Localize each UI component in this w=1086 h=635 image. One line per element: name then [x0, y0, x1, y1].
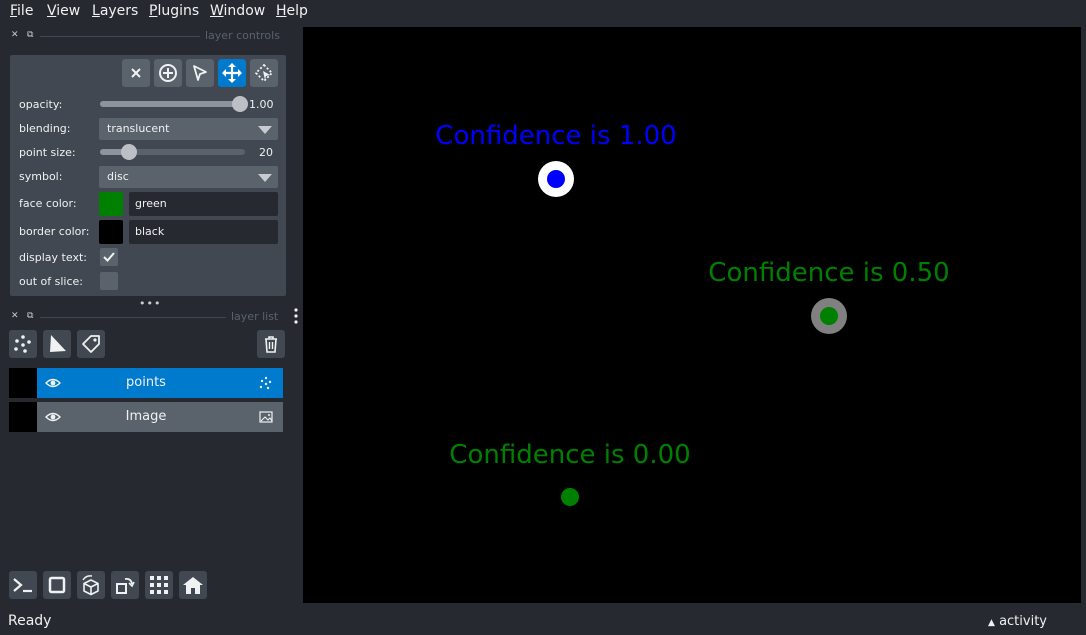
add-point-icon: [159, 64, 177, 82]
menu-bar: File View Layers Plugins Window Help: [0, 0, 1086, 24]
face-color-input[interactable]: green: [129, 192, 278, 216]
menu-plugins[interactable]: Plugins: [149, 3, 199, 19]
dock-float-icon[interactable]: ⧉: [27, 311, 33, 321]
menu-window[interactable]: Window: [210, 3, 265, 19]
toggle-grid-button[interactable]: [145, 571, 173, 599]
trash-icon: [265, 336, 277, 353]
image-layer-icon: [259, 411, 273, 423]
new-labels-layer-button[interactable]: [77, 330, 105, 358]
symbol-label: symbol:: [19, 170, 63, 183]
transform-button[interactable]: [250, 59, 278, 87]
symbol-dropdown[interactable]: disc: [99, 166, 278, 188]
select-points-button[interactable]: [186, 59, 214, 87]
blending-value: translucent: [107, 122, 170, 135]
activity-button[interactable]: ▲ activity: [988, 614, 1047, 629]
status-text: Ready: [8, 613, 52, 629]
dock-float-icon[interactable]: ⧉: [27, 30, 33, 40]
point-text-label: Confidence is 1.00: [435, 121, 676, 151]
display-text-checkbox[interactable]: [100, 248, 118, 266]
layer-item-points[interactable]: points: [9, 368, 283, 398]
point-text-label: Confidence is 0.00: [449, 440, 690, 470]
points-layer-icon: [14, 335, 31, 353]
viewer-canvas[interactable]: Confidence is 1.00 Confidence is 0.50 Co…: [303, 27, 1081, 603]
chevron-up-icon: ▲: [988, 618, 995, 628]
delete-points-button[interactable]: [122, 59, 150, 87]
points-layer-icon: [259, 376, 272, 390]
layer-list-header: ✕ ⧉ layer list: [10, 309, 290, 325]
menu-layers[interactable]: Layers: [92, 3, 138, 19]
delete-layer-button[interactable]: [257, 330, 285, 358]
transpose-dimensions-button[interactable]: [111, 571, 139, 599]
toggle-ndisplay-button[interactable]: [43, 571, 71, 599]
border-color-input[interactable]: black: [129, 220, 278, 244]
out-of-slice-label: out of slice:: [19, 275, 83, 288]
layer-controls-panel: opacity: 1.00 blending: translucent poin…: [10, 55, 286, 296]
add-points-button[interactable]: [154, 59, 182, 87]
layer-item-image[interactable]: Image: [9, 402, 283, 432]
border-color-swatch[interactable]: [99, 220, 123, 244]
transpose-icon: [116, 577, 135, 594]
terminal-icon: [13, 578, 32, 593]
symbol-value: disc: [107, 170, 129, 183]
blending-label: blending:: [19, 122, 71, 135]
console-button[interactable]: [9, 571, 37, 599]
point-marker[interactable]: [561, 488, 579, 506]
chevron-down-icon: [258, 174, 272, 182]
face-color-value: green: [135, 197, 167, 210]
opacity-slider[interactable]: [100, 101, 240, 107]
menu-view[interactable]: View: [47, 3, 80, 19]
chevron-down-icon: [258, 126, 272, 134]
label-tag-icon: [82, 335, 100, 353]
status-bar: Ready ▲ activity: [0, 606, 1086, 635]
layer-list-title: layer list: [231, 310, 279, 323]
menu-help[interactable]: Help: [276, 3, 308, 19]
home-icon: [183, 577, 203, 594]
face-color-swatch[interactable]: [99, 192, 123, 216]
activity-label: activity: [999, 614, 1047, 629]
dock-close-icon[interactable]: ✕: [11, 30, 19, 40]
layer-controls-title: layer controls: [205, 29, 280, 42]
opacity-slider-fill: [100, 101, 240, 107]
point-marker[interactable]: [547, 170, 565, 188]
grid-icon: [150, 576, 168, 594]
display-text-label: display text:: [19, 251, 87, 264]
face-color-label: face color:: [19, 197, 77, 210]
dock-close-icon[interactable]: ✕: [11, 311, 19, 321]
out-of-slice-checkbox[interactable]: [100, 272, 118, 290]
layer-name: points: [126, 375, 166, 390]
opacity-value: 1.00: [249, 98, 274, 111]
pan-zoom-button[interactable]: [218, 59, 246, 87]
cube-rotate-icon: [82, 575, 99, 596]
border-color-label: border color:: [19, 225, 90, 238]
point-text-label: Confidence is 0.50: [708, 258, 949, 288]
new-shapes-layer-button[interactable]: [43, 330, 71, 358]
pan-zoom-icon: [222, 63, 242, 83]
layer-name: Image: [125, 409, 167, 424]
menu-file[interactable]: File: [10, 3, 33, 19]
new-points-layer-button[interactable]: [9, 330, 37, 358]
opacity-slider-handle[interactable]: [232, 96, 248, 112]
point-size-label: point size:: [19, 146, 76, 159]
square-icon: [48, 576, 66, 594]
layer-controls-header: ✕ ⧉ layer controls: [10, 28, 290, 44]
close-icon: [131, 68, 141, 78]
shapes-layer-icon: [50, 335, 66, 352]
transform-icon: [254, 63, 274, 83]
reset-view-button[interactable]: [179, 571, 207, 599]
point-marker[interactable]: [820, 307, 838, 325]
opacity-label: opacity:: [19, 98, 63, 111]
point-size-slider-handle[interactable]: [121, 144, 137, 160]
more-options-icon[interactable]: [293, 307, 299, 325]
blending-dropdown[interactable]: translucent: [99, 118, 278, 140]
border-color-value: black: [135, 225, 165, 238]
select-arrow-icon: [193, 65, 207, 81]
checkmark-icon: [103, 252, 115, 262]
point-size-value: 20: [259, 146, 273, 159]
roll-dimensions-button[interactable]: [77, 571, 105, 599]
